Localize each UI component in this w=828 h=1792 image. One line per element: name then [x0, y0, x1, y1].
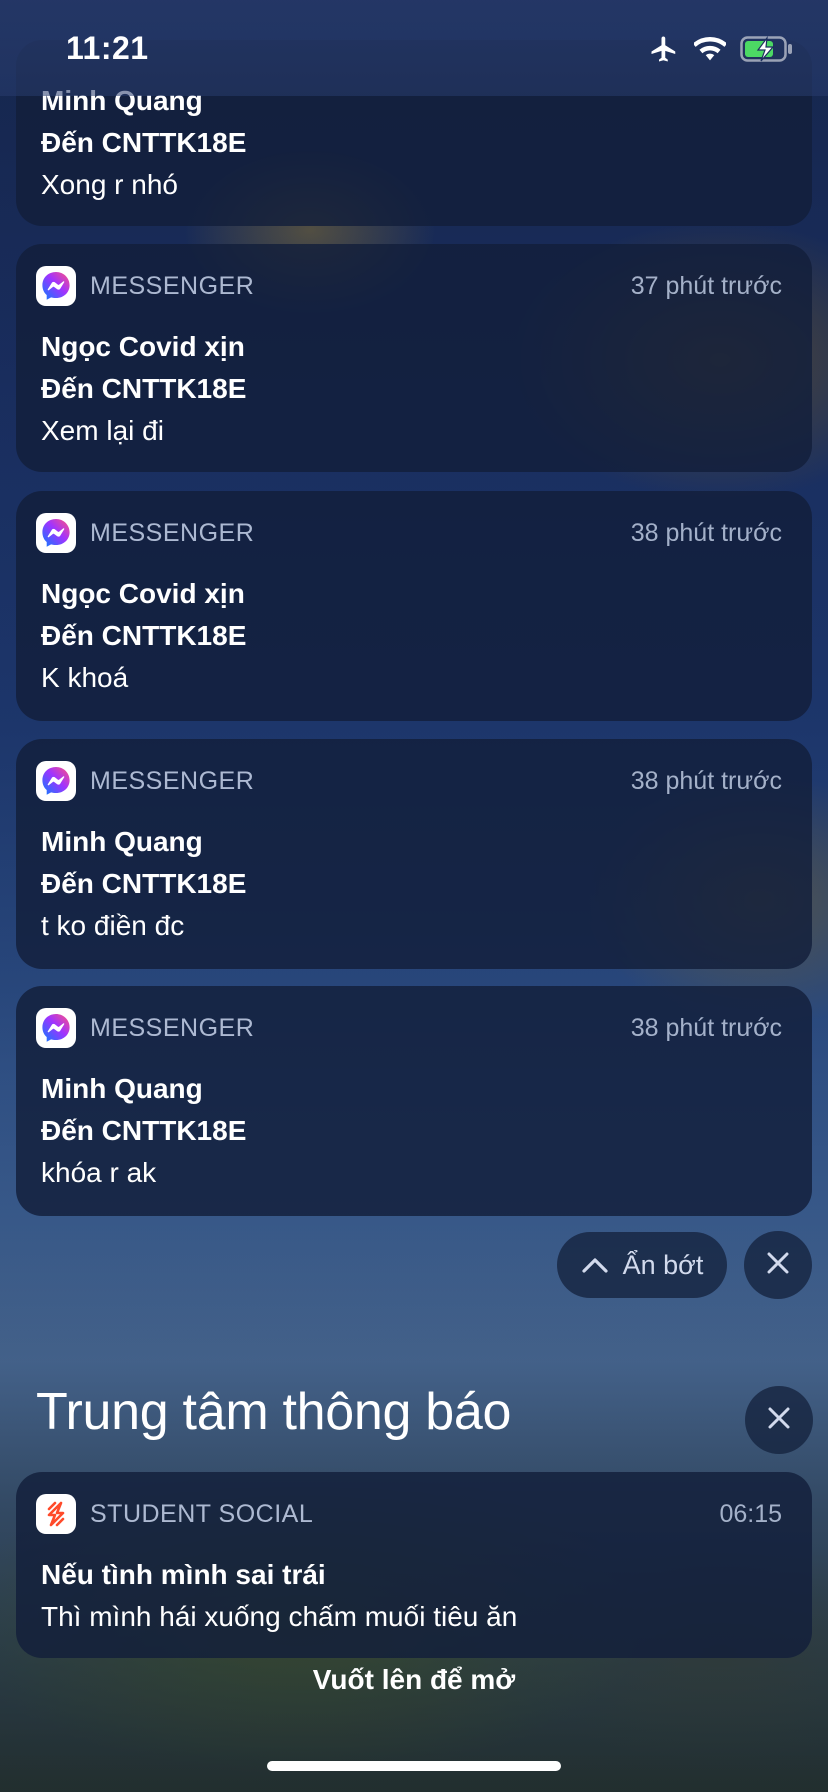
clear-group-button[interactable] — [744, 1231, 812, 1299]
show-less-label: Ẩn bớt — [622, 1249, 704, 1280]
notification-time: 38 phút trước — [630, 1013, 782, 1042]
notification-app-name: MESSENGER — [90, 1013, 255, 1042]
home-indicator[interactable] — [267, 1761, 561, 1771]
notification-sender: Minh Quang — [41, 826, 203, 857]
notification-card[interactable]: MESSENGER 38 phút trước Minh Quang Đến C… — [16, 986, 812, 1216]
notification-header: MESSENGER 38 phút trước — [36, 761, 782, 801]
notification-message: Xong r nhó — [41, 169, 178, 200]
notification-sender: Ngọc Covid xịn — [41, 331, 245, 362]
notification-time: 38 phút trước — [630, 518, 782, 547]
messenger-icon — [36, 513, 76, 553]
notification-app-name: STUDENT SOCIAL — [90, 1499, 314, 1528]
status-bar: 11:21 — [0, 0, 828, 96]
notification-recipient: Đến CNTTK18E — [41, 373, 247, 404]
notification-card[interactable]: STUDENT SOCIAL 06:15 Nếu tình mình sai t… — [16, 1472, 812, 1658]
notification-title: Nếu tình mình sai trái — [41, 1559, 326, 1590]
status-icons — [648, 34, 794, 64]
notification-header: MESSENGER 38 phút trước — [36, 513, 782, 553]
notification-recipient: Đến CNTTK18E — [41, 620, 247, 651]
notification-message: Thì mình hái xuống chấm muối tiêu ăn — [41, 1601, 518, 1632]
messenger-icon — [36, 761, 76, 801]
notification-header: STUDENT SOCIAL 06:15 — [36, 1494, 782, 1534]
battery-charging-icon — [740, 35, 794, 63]
messenger-icon — [36, 266, 76, 306]
notification-header: MESSENGER 37 phút trước — [36, 266, 782, 306]
notification-message: t ko điền đc — [41, 910, 185, 941]
chevron-up-icon — [581, 1250, 609, 1281]
notification-message: Xem lại đi — [41, 415, 164, 446]
student-social-icon — [36, 1494, 76, 1534]
notification-card[interactable]: MESSENGER 37 phút trước Ngọc Covid xịn Đ… — [16, 244, 812, 472]
status-time: 11:21 — [66, 30, 149, 66]
show-less-button[interactable]: Ẩn bớt — [557, 1232, 727, 1298]
notification-recipient: Đến CNTTK18E — [41, 1115, 247, 1146]
notification-recipient: Đến CNTTK18E — [41, 868, 247, 899]
notification-message: khóa r ak — [41, 1157, 157, 1188]
notification-center-title: Trung tâm thông báo — [36, 1383, 512, 1441]
notification-sender: Ngọc Covid xịn — [41, 578, 245, 609]
notification-time: 38 phút trước — [630, 766, 782, 795]
notification-app-name: MESSENGER — [90, 518, 255, 547]
notification-recipient: Đến CNTTK18E — [41, 127, 247, 158]
notification-time: 37 phút trước — [630, 271, 782, 300]
notification-app-name: MESSENGER — [90, 271, 255, 300]
close-icon — [767, 1406, 791, 1435]
wifi-icon — [694, 36, 726, 62]
swipe-up-hint: Vuốt lên để mở — [312, 1664, 516, 1695]
airplane-icon — [648, 34, 680, 64]
notification-card[interactable]: MESSENGER 38 phút trước Minh Quang Đến C… — [16, 739, 812, 969]
notification-time: 06:15 — [719, 1499, 782, 1528]
notification-app-name: MESSENGER — [90, 766, 255, 795]
messenger-icon — [36, 1008, 76, 1048]
notification-sender: Minh Quang — [41, 1073, 203, 1104]
notification-card[interactable]: MESSENGER 38 phút trước Ngọc Covid xịn Đ… — [16, 491, 812, 721]
notification-message: K khoá — [41, 662, 129, 693]
clear-notification-center-button[interactable] — [745, 1386, 813, 1454]
notification-header: MESSENGER 38 phút trước — [36, 1008, 782, 1048]
close-icon — [766, 1251, 790, 1280]
